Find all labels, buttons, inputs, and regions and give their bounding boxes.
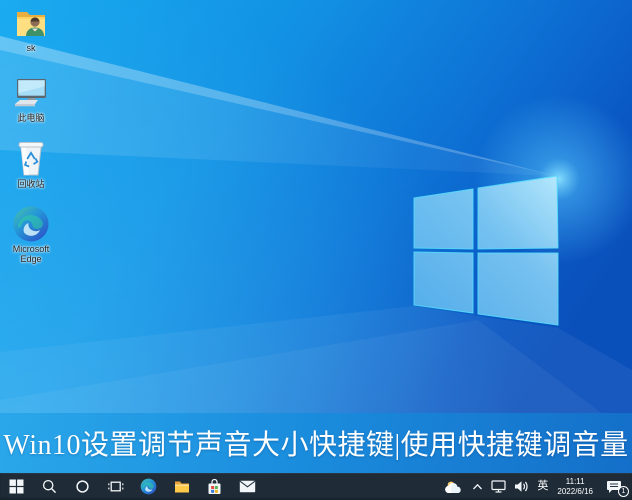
desktop-icon-label: Microsoft Edge bbox=[12, 244, 50, 265]
edge-icon bbox=[13, 206, 49, 242]
windows-logo-pane-top-left bbox=[413, 188, 474, 250]
mail-envelope-icon bbox=[239, 480, 256, 493]
caption-text: Win10设置调节声音大小快捷键|使用快捷键调音量 bbox=[3, 430, 629, 461]
clock[interactable]: 11:11 2022/6/16 bbox=[553, 473, 597, 500]
system-tray: 英 11:11 2022/6/16 1 bbox=[441, 473, 632, 500]
windows-logo-pane-bottom-left bbox=[413, 251, 474, 314]
desktop-icon-this-pc[interactable]: 此电脑 bbox=[2, 76, 60, 123]
clock-date: 2022/6/16 bbox=[557, 486, 593, 496]
windows-logo-pane-bottom-right bbox=[477, 252, 559, 326]
windows-logo-pane-top-right bbox=[477, 175, 559, 250]
wallpaper-windows-light bbox=[0, 0, 632, 473]
windows-logo-icon bbox=[9, 479, 24, 494]
cortana-circle-icon bbox=[76, 480, 89, 493]
taskbar-edge-button[interactable] bbox=[132, 473, 165, 500]
start-button[interactable] bbox=[0, 473, 33, 500]
windows-desktop-screen: sk 此电脑 回收站 Microsoft Edge Win10设置调节声音大小快… bbox=[0, 0, 632, 500]
taskbar: 英 11:11 2022/6/16 1 bbox=[0, 473, 632, 500]
computer-icon bbox=[15, 79, 46, 107]
network-tray-button[interactable] bbox=[488, 473, 509, 500]
cortana-button[interactable] bbox=[66, 473, 99, 500]
ime-indicator[interactable]: 英 bbox=[534, 473, 551, 500]
file-explorer-button[interactable] bbox=[165, 473, 198, 500]
task-view-button[interactable] bbox=[99, 473, 132, 500]
weather-cloud-icon bbox=[445, 481, 462, 493]
search-button[interactable] bbox=[33, 473, 66, 500]
weather-tray-button[interactable] bbox=[441, 473, 467, 500]
action-center-button[interactable]: 1 bbox=[599, 473, 629, 500]
task-view-icon bbox=[107, 481, 123, 492]
tray-chevron-button[interactable] bbox=[469, 473, 486, 500]
recycle-bin-icon bbox=[18, 142, 44, 176]
mail-button[interactable] bbox=[231, 473, 264, 500]
chevron-up-icon bbox=[473, 483, 483, 489]
desktop-icon-recycle-bin[interactable]: 回收站 bbox=[2, 139, 60, 189]
desktop: sk 此电脑 回收站 Microsoft Edge bbox=[0, 0, 632, 473]
volume-tray-button[interactable] bbox=[511, 473, 532, 500]
desktop-icon-user-folder[interactable]: sk bbox=[2, 7, 60, 53]
clock-time: 11:11 bbox=[565, 476, 585, 486]
folder-icon bbox=[174, 481, 189, 492]
store-button[interactable] bbox=[198, 473, 231, 500]
caption-banner: Win10设置调节声音大小快捷键|使用快捷键调音量 bbox=[0, 413, 632, 473]
desktop-icon-label: 此电脑 bbox=[17, 113, 45, 123]
desktop-icon-label: sk bbox=[26, 43, 36, 53]
store-bag-icon bbox=[208, 478, 221, 494]
user-folder-icon bbox=[17, 12, 45, 36]
notification-badge: 1 bbox=[618, 486, 629, 497]
network-display-icon bbox=[491, 480, 507, 493]
desktop-icon-label: 回收站 bbox=[17, 179, 45, 189]
edge-icon bbox=[140, 478, 157, 495]
volume-speaker-icon bbox=[515, 481, 528, 492]
desktop-icon-edge[interactable]: Microsoft Edge bbox=[2, 205, 60, 265]
search-icon bbox=[42, 479, 57, 494]
